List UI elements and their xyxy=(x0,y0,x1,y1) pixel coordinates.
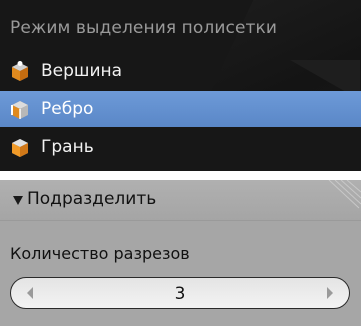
number-of-cuts-stepper[interactable]: 3 xyxy=(10,277,350,309)
face-cube-icon xyxy=(9,137,31,159)
panel-title: Подразделить xyxy=(27,189,157,209)
number-of-cuts-value[interactable]: 3 xyxy=(11,284,349,304)
menu-title: Режим выделения полисетки xyxy=(10,18,278,38)
selection-mode-menu: Режим выделения полисетки Вершина Ребро … xyxy=(0,0,361,171)
menu-item-label: Грань xyxy=(41,137,94,157)
increment-arrow-icon[interactable] xyxy=(327,287,333,299)
number-of-cuts-label: Количество разрезов xyxy=(10,244,190,263)
subdivide-panel: Подразделить Количество разрезов 3 xyxy=(0,180,361,326)
menu-item-vertex[interactable]: Вершина xyxy=(0,53,361,89)
menu-item-label: Вершина xyxy=(41,61,123,81)
separator-gap xyxy=(0,171,361,180)
panel-header[interactable]: Подразделить xyxy=(0,180,361,220)
menu-item-edge[interactable]: Ребро xyxy=(0,91,361,127)
resize-grip-icon[interactable] xyxy=(321,180,361,210)
vertex-cube-icon xyxy=(9,61,31,83)
menu-item-face[interactable]: Грань xyxy=(0,129,361,165)
edge-cube-icon xyxy=(9,99,31,121)
menu-item-label: Ребро xyxy=(41,99,94,119)
divider xyxy=(0,220,361,221)
disclosure-triangle-icon[interactable] xyxy=(13,196,23,205)
